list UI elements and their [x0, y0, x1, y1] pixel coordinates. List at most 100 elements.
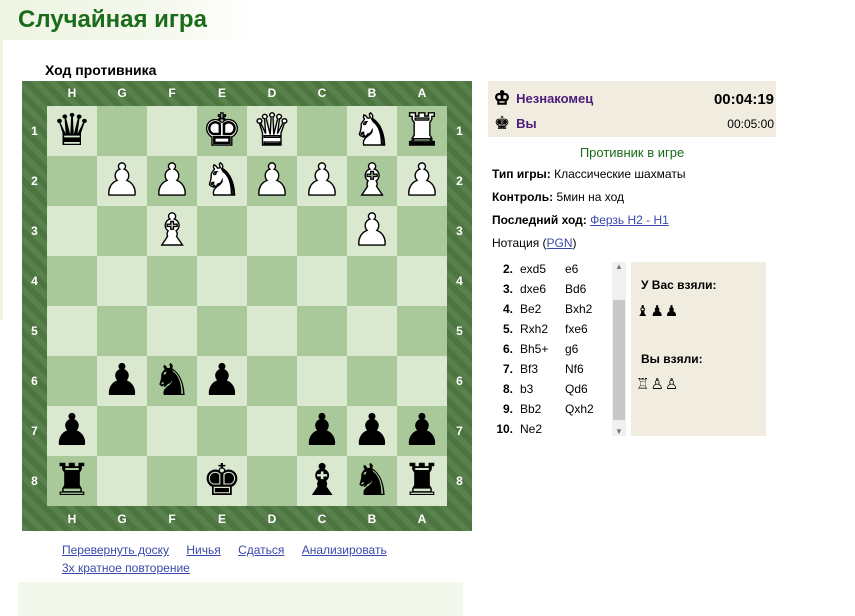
black-pawn-icon[interactable]: ♟: [402, 409, 441, 453]
square-b5[interactable]: [347, 306, 397, 356]
square-e2[interactable]: ♞: [197, 156, 247, 206]
move-row[interactable]: 2. exd5 e6: [488, 262, 613, 282]
black-pawn-icon[interactable]: ♟: [202, 359, 241, 403]
square-b2[interactable]: ♝: [347, 156, 397, 206]
analyze-link[interactable]: Анализировать: [302, 543, 387, 557]
square-b3[interactable]: ♟: [347, 206, 397, 256]
square-c2[interactable]: ♟: [297, 156, 347, 206]
square-g8[interactable]: [97, 456, 147, 506]
white-knight-icon[interactable]: ♞: [202, 158, 243, 203]
black-pawn-icon[interactable]: ♟: [302, 409, 341, 453]
move-row[interactable]: 8. b3 Qd6: [488, 382, 613, 402]
square-c3[interactable]: [297, 206, 347, 256]
black-pawn-icon[interactable]: ♟: [352, 409, 391, 453]
white-pawn-icon[interactable]: ♟: [152, 158, 193, 203]
square-a4[interactable]: [397, 256, 447, 306]
white-knight-icon[interactable]: ♞: [352, 108, 393, 153]
square-c5[interactable]: [297, 306, 347, 356]
square-h3[interactable]: [47, 206, 97, 256]
move-row[interactable]: 4. Be2 Bxh2: [488, 302, 613, 322]
square-e3[interactable]: [197, 206, 247, 256]
white-pawn-icon[interactable]: ♟: [102, 158, 143, 203]
square-c6[interactable]: [297, 356, 347, 406]
square-g4[interactable]: [97, 256, 147, 306]
square-h5[interactable]: [47, 306, 97, 356]
square-f5[interactable]: [147, 306, 197, 356]
scroll-down-icon[interactable]: ▼: [612, 427, 626, 436]
move-row[interactable]: 7. Bf3 Nf6: [488, 362, 613, 382]
square-a3[interactable]: [397, 206, 447, 256]
square-c8[interactable]: ♝: [297, 456, 347, 506]
square-a8[interactable]: ♜: [397, 456, 447, 506]
move-row[interactable]: 6. Bh5+ g6: [488, 342, 613, 362]
square-f2[interactable]: ♟: [147, 156, 197, 206]
square-e7[interactable]: [197, 406, 247, 456]
square-e4[interactable]: [197, 256, 247, 306]
square-d4[interactable]: [247, 256, 297, 306]
square-h6[interactable]: [47, 356, 97, 406]
black-knight-icon[interactable]: ♞: [352, 459, 391, 503]
black-bishop-icon[interactable]: ♝: [302, 459, 341, 503]
square-d1[interactable]: ♛: [247, 106, 297, 156]
white-pawn-icon[interactable]: ♟: [252, 158, 293, 203]
white-king-icon[interactable]: ♚: [202, 108, 243, 153]
move-row[interactable]: 3. dxe6 Bd6: [488, 282, 613, 302]
square-f6[interactable]: ♞: [147, 356, 197, 406]
square-h7[interactable]: ♟: [47, 406, 97, 456]
white-bishop-icon[interactable]: ♝: [352, 158, 393, 203]
square-a6[interactable]: [397, 356, 447, 406]
square-b8[interactable]: ♞: [347, 456, 397, 506]
square-h4[interactable]: [47, 256, 97, 306]
white-pawn-icon[interactable]: ♟: [302, 158, 343, 203]
square-d6[interactable]: [247, 356, 297, 406]
move-list[interactable]: 2. exd5 e6 3. dxe6 Bd6 4. Be2 Bxh2 5. Rxh2 fxe6 6. Bh…: [488, 262, 626, 436]
scrollbar-thumb[interactable]: [613, 300, 625, 420]
square-b7[interactable]: ♟: [347, 406, 397, 456]
last-move-link[interactable]: Ферзь H2 - H1: [590, 213, 669, 227]
square-e8[interactable]: ♚: [197, 456, 247, 506]
scroll-up-icon[interactable]: ▲: [612, 262, 626, 271]
square-g3[interactable]: [97, 206, 147, 256]
white-bishop-icon[interactable]: ♝: [152, 208, 193, 253]
flip-board-link[interactable]: Перевернуть доску: [62, 543, 169, 557]
square-g5[interactable]: [97, 306, 147, 356]
move-list-scrollbar[interactable]: ▲ ▼: [612, 262, 626, 436]
black-pawn-icon[interactable]: ♟: [102, 359, 141, 403]
black-king-icon[interactable]: ♚: [202, 459, 241, 503]
square-c1[interactable]: [297, 106, 347, 156]
square-f4[interactable]: [147, 256, 197, 306]
move-row[interactable]: 5. Rxh2 fxe6: [488, 322, 613, 342]
square-d2[interactable]: ♟: [247, 156, 297, 206]
square-f1[interactable]: [147, 106, 197, 156]
move-row[interactable]: 10. Ne2: [488, 422, 613, 436]
square-d7[interactable]: [247, 406, 297, 456]
square-d8[interactable]: [247, 456, 297, 506]
square-f7[interactable]: [147, 406, 197, 456]
square-h1[interactable]: ♛: [47, 106, 97, 156]
square-a5[interactable]: [397, 306, 447, 356]
square-h8[interactable]: ♜: [47, 456, 97, 506]
square-e1[interactable]: ♚: [197, 106, 247, 156]
white-queen-icon[interactable]: ♛: [252, 108, 293, 153]
square-h2[interactable]: [47, 156, 97, 206]
square-e6[interactable]: ♟: [197, 356, 247, 406]
white-pawn-icon[interactable]: ♟: [352, 208, 393, 253]
black-rook-icon[interactable]: ♜: [52, 459, 91, 503]
square-e5[interactable]: [197, 306, 247, 356]
square-b4[interactable]: [347, 256, 397, 306]
square-g1[interactable]: [97, 106, 147, 156]
square-g7[interactable]: [97, 406, 147, 456]
square-f3[interactable]: ♝: [147, 206, 197, 256]
black-queen-icon[interactable]: ♛: [52, 109, 91, 153]
square-d5[interactable]: [247, 306, 297, 356]
square-b1[interactable]: ♞: [347, 106, 397, 156]
square-a7[interactable]: ♟: [397, 406, 447, 456]
white-rook-icon[interactable]: ♜: [402, 108, 443, 153]
square-d3[interactable]: [247, 206, 297, 256]
square-g2[interactable]: ♟: [97, 156, 147, 206]
square-f8[interactable]: [147, 456, 197, 506]
square-c4[interactable]: [297, 256, 347, 306]
black-knight-icon[interactable]: ♞: [152, 359, 191, 403]
move-row[interactable]: 9. Bb2 Qxh2: [488, 402, 613, 422]
square-c7[interactable]: ♟: [297, 406, 347, 456]
